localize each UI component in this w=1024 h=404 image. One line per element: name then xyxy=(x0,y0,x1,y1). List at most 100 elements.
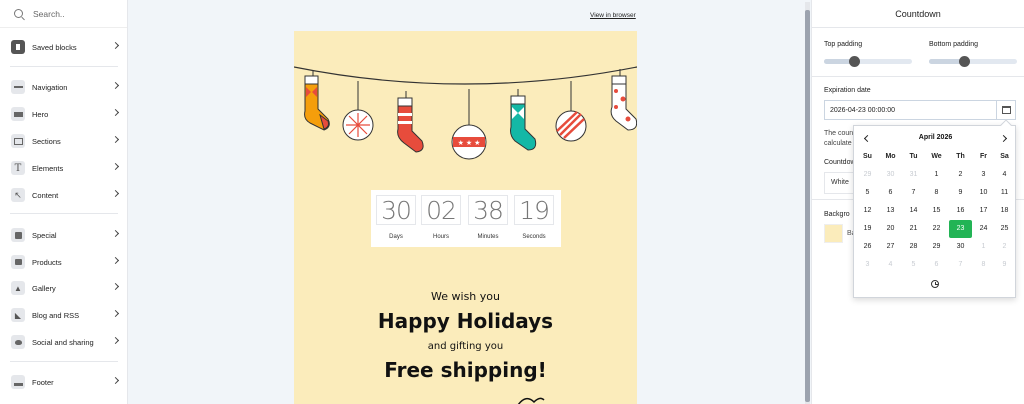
expiration-date-label: Expiration date xyxy=(824,87,871,94)
calendar-button[interactable] xyxy=(996,100,1016,120)
sidebar-item-special[interactable]: Special xyxy=(0,225,128,245)
calendar-day[interactable]: 7 xyxy=(949,256,972,274)
calendar-day[interactable]: 26 xyxy=(856,238,879,256)
bottom-padding-slider[interactable] xyxy=(929,56,1017,67)
calendar-day[interactable]: 6 xyxy=(925,256,948,274)
calendar-day[interactable]: 8 xyxy=(972,256,995,274)
sidebar-item-products[interactable]: Products xyxy=(0,252,128,272)
sidebar-item-social-sharing[interactable]: Social and sharing xyxy=(0,332,128,352)
search-input[interactable] xyxy=(33,8,113,19)
calendar-day[interactable]: 16 xyxy=(949,202,972,220)
calendar-day[interactable]: 2 xyxy=(949,166,972,184)
footer-icon xyxy=(11,375,25,389)
calendar-day[interactable]: 24 xyxy=(972,220,995,238)
calendar-day[interactable]: 1 xyxy=(925,166,948,184)
email-preview[interactable]: ★ ★ ★ 30 02 38 19 Days Hours Minutes Sec… xyxy=(294,31,637,404)
sidebar-item-sections[interactable]: Sections xyxy=(0,131,128,151)
sidebar-item-saved-blocks[interactable]: Saved blocks xyxy=(0,37,128,57)
canvas-scrollbar-thumb[interactable] xyxy=(805,10,810,402)
calendar-day[interactable]: 4 xyxy=(993,166,1016,184)
next-month-button[interactable] xyxy=(999,134,1007,142)
top-padding-knob[interactable] xyxy=(849,56,861,67)
bottom-padding-label: Bottom padding xyxy=(929,41,979,48)
calendar-day[interactable]: 10 xyxy=(972,184,995,202)
countdown-minutes: 38 xyxy=(468,195,508,225)
chevron-right-icon xyxy=(111,282,120,291)
svg-text:★ ★ ★: ★ ★ ★ xyxy=(458,139,481,147)
weekday-header: We xyxy=(931,153,942,160)
calendar-day[interactable]: 21 xyxy=(902,220,925,238)
calendar-day[interactable]: 31 xyxy=(902,166,925,184)
expiration-date-input[interactable] xyxy=(824,100,996,120)
calendar-day[interactable]: 3 xyxy=(972,166,995,184)
calendar-day[interactable]: 7 xyxy=(902,184,925,202)
chevron-right-icon xyxy=(999,134,1007,142)
canvas-scrollbar[interactable] xyxy=(805,2,810,404)
calendar-day[interactable]: 19 xyxy=(856,220,879,238)
sidebar-item-label: Saved blocks xyxy=(32,42,77,52)
weekday-header: Tu xyxy=(909,153,918,160)
sidebar-item-label: Products xyxy=(32,257,62,267)
greeting-line-1: We wish you xyxy=(431,290,500,303)
calendar-day[interactable]: 30 xyxy=(949,238,972,256)
bottom-padding-knob[interactable] xyxy=(958,56,970,67)
sidebar-item-elements[interactable]: T Elements xyxy=(0,158,128,178)
calendar-day[interactable]: 9 xyxy=(949,184,972,202)
calendar-day[interactable]: 4 xyxy=(879,256,902,274)
calendar-day[interactable]: 1 xyxy=(972,238,995,256)
sidebar-item-hero[interactable]: Hero xyxy=(0,104,128,124)
calendar-day[interactable]: 9 xyxy=(993,256,1016,274)
divider xyxy=(812,76,1024,77)
weekday-header: Sa xyxy=(1000,153,1009,160)
view-in-browser-link[interactable]: View in browser xyxy=(590,12,636,19)
calendar-day[interactable]: 29 xyxy=(856,166,879,184)
sidebar-item-blog-rss[interactable]: ◣ Blog and RSS xyxy=(0,305,128,325)
chevron-right-icon xyxy=(111,376,120,385)
sidebar-item-footer[interactable]: Footer xyxy=(0,372,128,392)
sidebar-item-content[interactable]: ↖ Content xyxy=(0,185,128,205)
sidebar-item-label: Sections xyxy=(32,136,61,146)
top-padding-slider[interactable] xyxy=(824,56,912,67)
calendar-day[interactable]: 25 xyxy=(993,220,1016,238)
calendar-day-selected[interactable]: 23 xyxy=(949,220,972,238)
calendar-day[interactable]: 15 xyxy=(925,202,948,220)
divider xyxy=(10,213,118,214)
prev-month-button[interactable] xyxy=(863,134,871,142)
datepicker-popup: April 2026 Su Mo Tu We Th Fr Sa 29 30 31 1 2 3 4 5 6 7 8 9… xyxy=(853,119,1016,298)
background-color-swatch[interactable] xyxy=(824,224,843,243)
calendar-day[interactable]: 20 xyxy=(879,220,902,238)
calendar-day[interactable]: 2 xyxy=(993,238,1016,256)
calendar-day[interactable]: 3 xyxy=(856,256,879,274)
cursor-icon: ↖ xyxy=(11,188,25,202)
calendar-day[interactable]: 14 xyxy=(902,202,925,220)
clock-icon[interactable] xyxy=(931,280,939,288)
sidebar-item-gallery[interactable]: ▲ Gallery xyxy=(0,278,128,298)
calendar-day[interactable]: 11 xyxy=(993,184,1016,202)
calendar-day[interactable]: 17 xyxy=(972,202,995,220)
calendar-day[interactable]: 29 xyxy=(925,238,948,256)
weekday-header: Mo xyxy=(885,153,896,160)
sidebar-item-label: Elements xyxy=(32,163,64,173)
calendar-day[interactable]: 6 xyxy=(879,184,902,202)
navigation-icon xyxy=(11,80,25,94)
sidebar-item-label: Navigation xyxy=(32,82,68,92)
chevron-right-icon xyxy=(111,162,120,171)
calendar-day[interactable]: 13 xyxy=(879,202,902,220)
sidebar-item-navigation[interactable]: Navigation xyxy=(0,77,128,97)
countdown-hours: 02 xyxy=(421,195,461,225)
calendar-day[interactable]: 5 xyxy=(902,256,925,274)
calendar-day[interactable]: 12 xyxy=(856,202,879,220)
calendar-day[interactable]: 22 xyxy=(925,220,948,238)
sidebar-item-label: Special xyxy=(32,230,57,240)
expiration-note-line-2: calculate xyxy=(824,140,852,147)
chevron-right-icon xyxy=(111,108,120,117)
calendar-day[interactable]: 5 xyxy=(856,184,879,202)
calendar-day[interactable]: 27 xyxy=(879,238,902,256)
calendar-day[interactable]: 18 xyxy=(993,202,1016,220)
calendar-day[interactable]: 30 xyxy=(879,166,902,184)
calendar-day[interactable]: 28 xyxy=(902,238,925,256)
chevron-right-icon xyxy=(111,189,120,198)
sidebar-item-label: Footer xyxy=(32,377,54,387)
chevron-right-icon xyxy=(111,135,120,144)
calendar-day[interactable]: 8 xyxy=(925,184,948,202)
